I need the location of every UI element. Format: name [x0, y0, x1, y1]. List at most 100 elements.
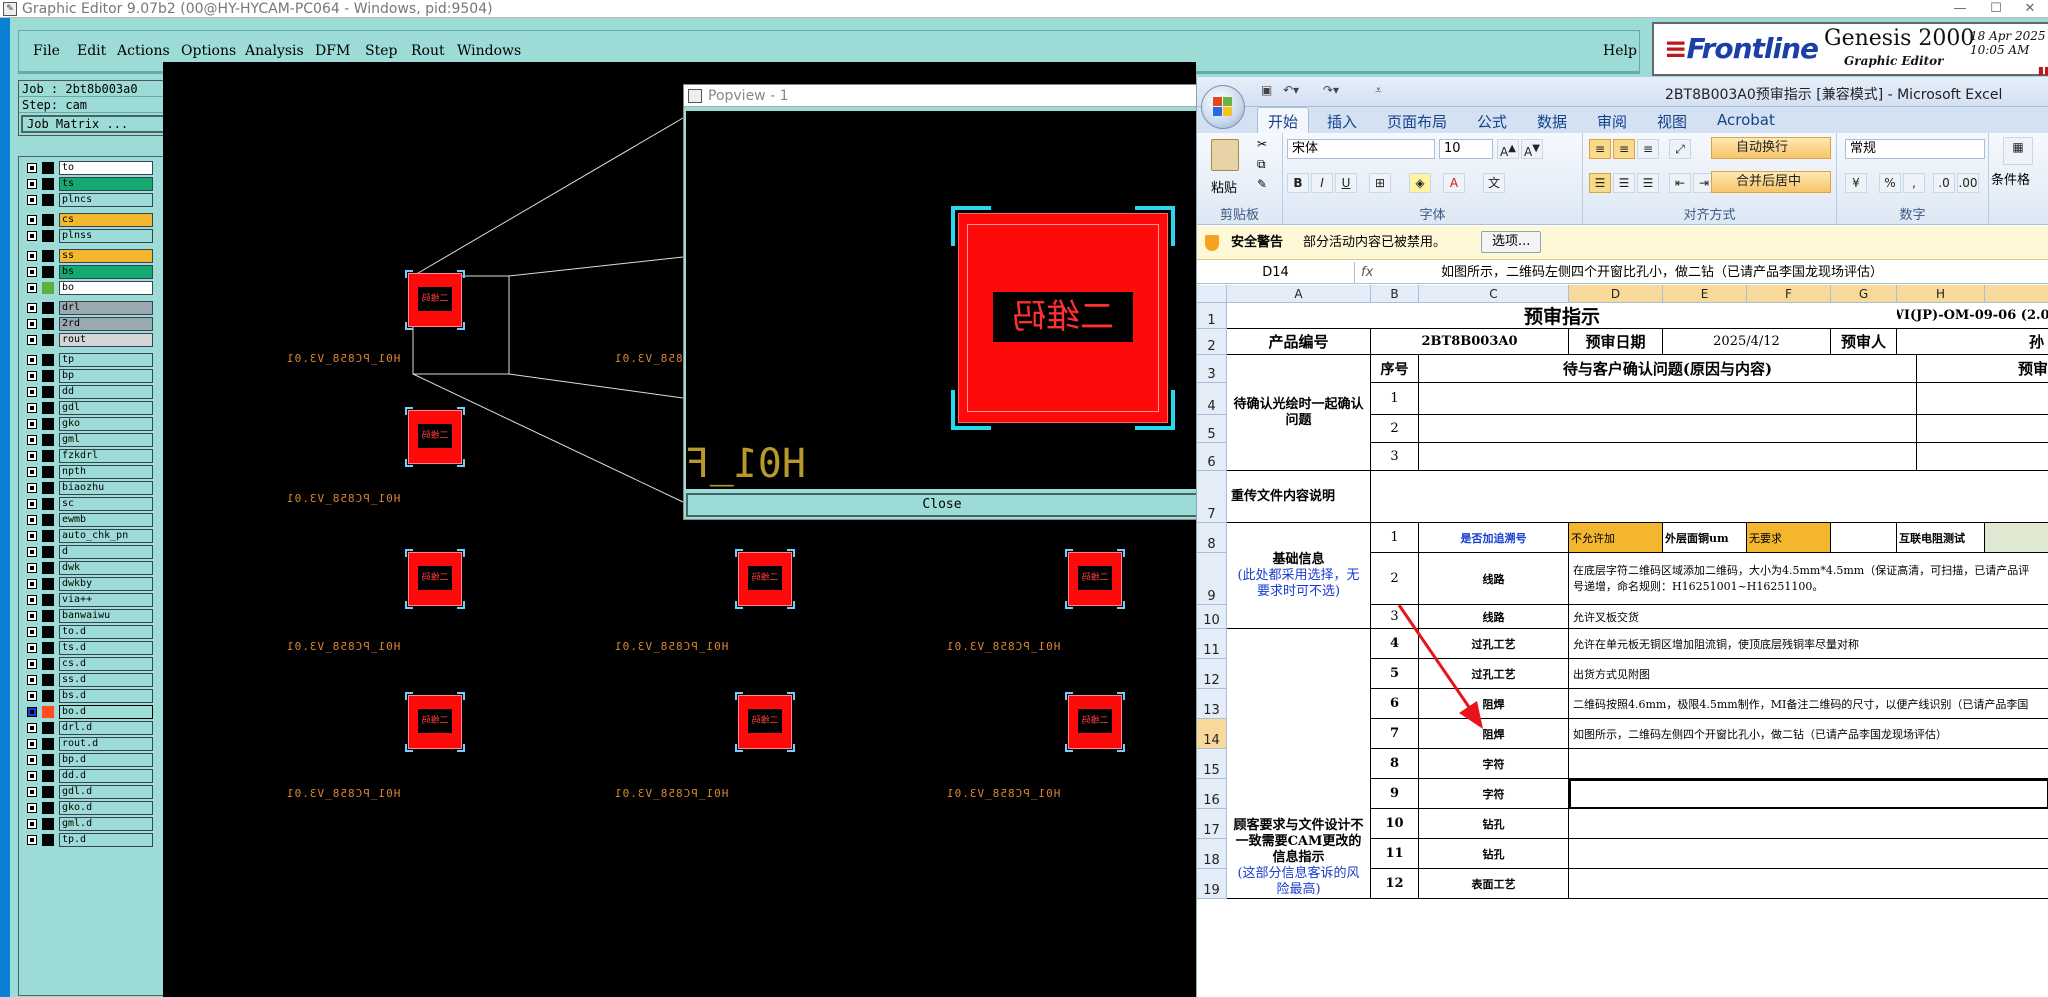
align-middle-icon[interactable]: ≡	[1613, 139, 1635, 159]
layer-checkbox[interactable]	[27, 627, 37, 637]
menu-edit[interactable]: Edit	[77, 43, 106, 59]
layer-checkbox[interactable]	[27, 563, 37, 573]
layer-color-swatch[interactable]	[42, 690, 54, 702]
layer-row[interactable]: dwk	[23, 561, 153, 575]
align-top-icon[interactable]: ≡	[1589, 139, 1611, 159]
layer-name[interactable]: drl	[59, 301, 153, 315]
layer-row[interactable]: dwkby	[23, 577, 153, 591]
align-center-icon[interactable]: ☰	[1613, 173, 1635, 193]
layer-checkbox[interactable]	[27, 179, 37, 189]
layer-name[interactable]: banwaiwu	[59, 609, 153, 623]
layer-row[interactable]: sc	[23, 497, 153, 511]
layer-name[interactable]: via++	[59, 593, 153, 607]
name-box[interactable]: D14	[1197, 262, 1355, 284]
layer-checkbox[interactable]	[27, 355, 37, 365]
layer-name[interactable]: auto_chk_pn	[59, 529, 153, 543]
qr-pad[interactable]: 二维码	[735, 692, 795, 752]
layer-color-swatch[interactable]	[42, 738, 54, 750]
tab-insert[interactable]: 插入	[1327, 111, 1357, 132]
layer-checkbox[interactable]	[27, 755, 37, 765]
layer-row[interactable]: 2rd	[23, 317, 153, 331]
layer-checkbox[interactable]	[27, 515, 37, 525]
layer-name[interactable]: bo.d	[59, 705, 153, 719]
underline-icon[interactable]: U	[1335, 173, 1357, 193]
layer-color-swatch[interactable]	[42, 770, 54, 782]
layer-color-swatch[interactable]	[42, 578, 54, 590]
fx-icon[interactable]: fx	[1361, 262, 1373, 284]
decrease-indent-icon[interactable]: ⇤	[1669, 173, 1691, 193]
layer-name[interactable]: bs	[59, 265, 153, 279]
orientation-icon[interactable]: ⤢	[1669, 139, 1691, 159]
layer-row[interactable]: gml.d	[23, 817, 153, 831]
undo-icon[interactable]: ↶▾	[1283, 83, 1299, 97]
layer-name[interactable]: dd	[59, 385, 153, 399]
layer-name[interactable]: gko.d	[59, 801, 153, 815]
layer-checkbox[interactable]	[27, 371, 37, 381]
layer-name[interactable]: dwkby	[59, 577, 153, 591]
layer-name[interactable]: bp	[59, 369, 153, 383]
layer-checkbox[interactable]	[27, 547, 37, 557]
layer-color-swatch[interactable]	[42, 642, 54, 654]
layer-row[interactable]: d	[23, 545, 153, 559]
borders-icon[interactable]: ⊞	[1369, 173, 1391, 193]
layer-color-swatch[interactable]	[42, 674, 54, 686]
layer-color-swatch[interactable]	[42, 370, 54, 382]
layer-color-swatch[interactable]	[42, 230, 54, 242]
layer-row[interactable]: gko.d	[23, 801, 153, 815]
layer-row[interactable]: rout	[23, 333, 153, 347]
conditional-format-label[interactable]: 条件格	[1991, 169, 2030, 188]
italic-icon[interactable]: I	[1311, 173, 1333, 193]
wrap-text-button[interactable]: 自动换行	[1711, 137, 1831, 159]
layer-row[interactable]: plncs	[23, 193, 153, 207]
tab-home[interactable]: 开始	[1257, 107, 1310, 135]
layer-row[interactable]: bo	[23, 281, 153, 295]
layer-color-swatch[interactable]	[42, 450, 54, 462]
qr-pad[interactable]: 二维码	[735, 549, 795, 609]
layer-color-swatch[interactable]	[42, 658, 54, 670]
grow-font-icon[interactable]: A▲	[1497, 139, 1519, 159]
tab-data[interactable]: 数据	[1537, 111, 1567, 132]
align-bottom-icon[interactable]: ≡	[1637, 139, 1659, 159]
tab-review[interactable]: 审阅	[1597, 111, 1627, 132]
qr-pad[interactable]: 二维码	[405, 692, 465, 752]
layer-row[interactable]: cs.d	[23, 657, 153, 671]
layer-row[interactable]: dd.d	[23, 769, 153, 783]
layer-row[interactable]: npth	[23, 465, 153, 479]
layer-row[interactable]: dd	[23, 385, 153, 399]
menu-actions[interactable]: Actions	[117, 43, 170, 59]
shrink-font-icon[interactable]: A▼	[1521, 139, 1543, 159]
layer-row[interactable]: via++	[23, 593, 153, 607]
layer-row[interactable]: tp	[23, 353, 153, 367]
layer-row[interactable]: cs	[23, 213, 153, 227]
font-size-box[interactable]: 10	[1439, 139, 1493, 159]
increase-decimal-icon[interactable]: .0	[1933, 173, 1955, 193]
layer-color-swatch[interactable]	[42, 302, 54, 314]
layer-color-swatch[interactable]	[42, 318, 54, 330]
worksheet[interactable]: A B C D E F G H 1 2 3 4 5 6 7 8 9 10 11 12 13 14 15 16 1…	[1197, 285, 2048, 997]
layer-color-swatch[interactable]	[42, 626, 54, 638]
font-name-box[interactable]: 宋体	[1287, 139, 1435, 159]
layer-color-swatch[interactable]	[42, 482, 54, 494]
qr-pad[interactable]: 二维码	[1065, 692, 1125, 752]
font-color-icon[interactable]: A	[1443, 173, 1465, 193]
maximize-icon[interactable]: ☐	[1978, 0, 2014, 18]
popview-close-button[interactable]: Close	[686, 493, 1198, 517]
layer-name[interactable]: ts	[59, 177, 153, 191]
layer-checkbox[interactable]	[27, 419, 37, 429]
layer-name[interactable]: gml.d	[59, 817, 153, 831]
layer-checkbox[interactable]	[27, 707, 37, 717]
layer-name[interactable]: cs	[59, 213, 153, 227]
layer-color-swatch[interactable]	[42, 722, 54, 734]
layer-row[interactable]: bp	[23, 369, 153, 383]
layer-name[interactable]: rout	[59, 333, 153, 347]
layer-color-swatch[interactable]	[42, 402, 54, 414]
layer-color-swatch[interactable]	[42, 214, 54, 226]
layer-color-swatch[interactable]	[42, 194, 54, 206]
layer-checkbox[interactable]	[27, 387, 37, 397]
tab-view[interactable]: 视图	[1657, 111, 1687, 132]
layer-color-swatch[interactable]	[42, 706, 54, 718]
layer-color-swatch[interactable]	[42, 546, 54, 558]
cut-icon[interactable]: ✂	[1257, 137, 1267, 151]
qr-pad[interactable]: 二维码	[405, 270, 465, 330]
copy-icon[interactable]: ⧉	[1257, 157, 1266, 172]
